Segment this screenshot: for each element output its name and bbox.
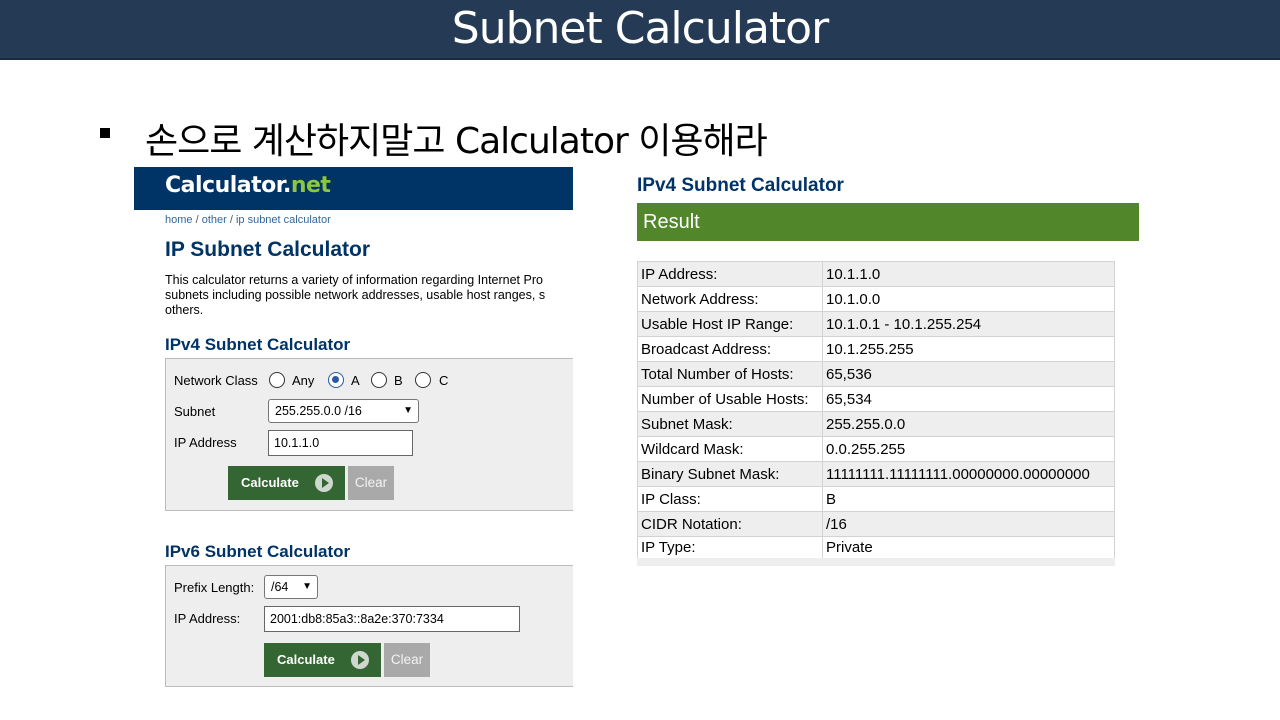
- play-icon: [351, 651, 369, 669]
- breadcrumb-home[interactable]: home: [165, 214, 193, 226]
- result-row: Total Number of Hosts: 65,536: [637, 361, 1115, 387]
- breadcrumb-sep: /: [192, 214, 202, 226]
- radio-class-any-label: Any: [292, 373, 315, 388]
- result-value: 11111111.11111111.00000000.00000000: [822, 461, 1115, 487]
- ipv6-calculate-button[interactable]: Calculate: [264, 643, 381, 677]
- ipv4-calculate-button[interactable]: Calculate: [228, 466, 345, 500]
- result-row: Usable Host IP Range: 10.1.0.1 - 10.1.255…: [637, 311, 1115, 337]
- logo-dot: .: [282, 173, 291, 198]
- result-row: Number of Usable Hosts: 65,534: [637, 386, 1115, 412]
- subnet-label: Subnet: [174, 404, 216, 419]
- play-icon: [315, 474, 333, 492]
- chevron-down-icon: ▼: [302, 581, 312, 592]
- bullet-marker: [100, 128, 110, 138]
- result-key: CIDR Notation:: [637, 511, 823, 537]
- result-value: 65,534: [822, 386, 1115, 412]
- result-value: 10.1.0.1 - 10.1.255.254: [822, 311, 1115, 337]
- result-key: Wildcard Mask:: [637, 436, 823, 462]
- result-row: Binary Subnet Mask: 11111111.11111111.000…: [637, 461, 1115, 487]
- radio-class-b-label: B: [394, 373, 403, 388]
- radio-class-c[interactable]: [415, 372, 431, 388]
- result-table: IP Address: 10.1.1.0 Network Address: 10.1.…: [637, 261, 1115, 566]
- ipv6-form: Prefix Length: /64 ▼ IP Address: 2001:db…: [165, 565, 573, 687]
- radio-class-c-label: C: [439, 373, 449, 388]
- prefix-length-select[interactable]: /64 ▼: [264, 575, 318, 599]
- ipv4-heading: IPv4 Subnet Calculator: [165, 335, 351, 354]
- intro-text: This calculator returns a variety of inf…: [165, 273, 573, 318]
- result-key: IP Address:: [637, 261, 823, 287]
- intro-line: others.: [165, 303, 204, 317]
- result-key: Binary Subnet Mask:: [637, 461, 823, 487]
- ipv6-address-input[interactable]: 2001:db8:85a3::8a2e:370:7334: [264, 606, 520, 632]
- site-banner: Calculator.net: [134, 167, 573, 210]
- calculate-label: Calculate: [241, 475, 299, 490]
- result-row: IP Address: 10.1.1.0: [637, 261, 1115, 287]
- subnet-select-value: 255.255.0.0 /16: [275, 404, 362, 418]
- ipv6-clear-button[interactable]: Clear: [384, 643, 430, 677]
- bullet-text: 손으로 계산하지말고 Calculator 이용해라: [145, 121, 768, 162]
- result-value: 255.255.0.0: [822, 411, 1115, 437]
- breadcrumb-current[interactable]: ip subnet calculator: [236, 214, 331, 226]
- result-value: 10.1.0.0: [822, 286, 1115, 312]
- result-value: Private: [822, 536, 1115, 562]
- result-value: 10.1.255.255: [822, 336, 1115, 362]
- logo-tld: net: [290, 173, 331, 198]
- intro-line: This calculator returns a variety of inf…: [165, 273, 543, 287]
- slide-title: Subnet Calculator: [451, 3, 829, 54]
- result-key: Total Number of Hosts:: [637, 361, 823, 387]
- prefix-length-label: Prefix Length:: [174, 580, 255, 595]
- radio-class-b[interactable]: [371, 372, 387, 388]
- result-row: Network Address: 10.1.0.0: [637, 286, 1115, 312]
- intro-line: subnets including possible network addre…: [165, 288, 546, 302]
- calculate-label: Calculate: [277, 652, 335, 667]
- result-row: Subnet Mask: 255.255.0.0: [637, 411, 1115, 437]
- result-key: IP Type:: [637, 536, 823, 562]
- result-key: IP Class:: [637, 486, 823, 512]
- result-value: 10.1.1.0: [822, 261, 1115, 287]
- ipv4-clear-button[interactable]: Clear: [348, 466, 394, 500]
- calculator-page-screenshot: Calculator.net home / other / ip subnet …: [134, 167, 573, 690]
- ip-address-label: IP Address: [174, 435, 237, 450]
- radio-class-a-label: A: [351, 373, 360, 388]
- prefix-length-value: /64: [271, 580, 289, 594]
- result-value: 65,536: [822, 361, 1115, 387]
- result-value: /16: [822, 511, 1115, 537]
- ipv6-address-label: IP Address:: [174, 611, 241, 626]
- result-row: Broadcast Address: 10.1.255.255: [637, 336, 1115, 362]
- ipv6-heading: IPv6 Subnet Calculator: [165, 542, 351, 561]
- result-key: Number of Usable Hosts:: [637, 386, 823, 412]
- result-section-heading: IPv4 Subnet Calculator: [637, 175, 844, 196]
- result-key: Subnet Mask:: [637, 411, 823, 437]
- result-value: 0.0.255.255: [822, 436, 1115, 462]
- breadcrumb: home / other / ip subnet calculator: [165, 214, 331, 226]
- subnet-select[interactable]: 255.255.0.0 /16 ▼: [268, 399, 419, 423]
- result-row: CIDR Notation:/16: [637, 511, 1115, 537]
- result-row: IP Class: B: [637, 486, 1115, 512]
- slide-header: Subnet Calculator: [0, 0, 1280, 60]
- breadcrumb-other[interactable]: other: [202, 214, 227, 226]
- ip-address-input[interactable]: 10.1.1.0: [268, 430, 413, 456]
- logo-main: Calculator: [165, 173, 283, 198]
- radio-class-any[interactable]: [269, 372, 285, 388]
- page-title: IP Subnet Calculator: [165, 238, 370, 261]
- result-row: Wildcard Mask: 0.0.255.255: [637, 436, 1115, 462]
- chevron-down-icon: ▼: [403, 405, 413, 416]
- result-row: IP Type: Private: [637, 536, 1115, 562]
- result-key: Broadcast Address:: [637, 336, 823, 362]
- result-value: B: [822, 486, 1115, 512]
- site-logo[interactable]: Calculator.net: [165, 173, 331, 198]
- ipv4-form: Network Class Any A B C Subnet 255.255.0…: [165, 358, 573, 511]
- result-key: Usable Host IP Range:: [637, 311, 823, 337]
- result-key: Network Address:: [637, 286, 823, 312]
- result-bar: Result: [637, 203, 1139, 241]
- network-class-label: Network Class: [174, 373, 258, 388]
- radio-class-a[interactable]: [328, 372, 344, 388]
- breadcrumb-sep: /: [226, 214, 236, 226]
